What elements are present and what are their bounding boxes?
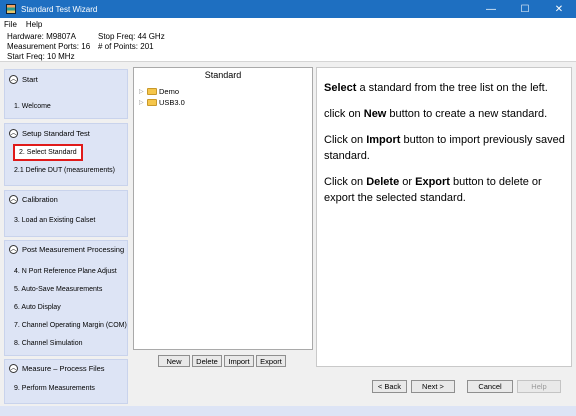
- app-icon: [6, 4, 16, 14]
- step-channel-operating-margin[interactable]: 7. Channel Operating Margin (COM): [14, 322, 127, 329]
- collapse-icon: ︿: [9, 75, 18, 84]
- tree-node-usb3[interactable]: ▷ USB3.0: [139, 98, 185, 107]
- tree-node-label: Demo: [159, 87, 180, 96]
- folder-icon: [147, 99, 157, 106]
- folder-icon: [147, 88, 157, 95]
- group-start-header[interactable]: ︿ Start: [9, 75, 38, 84]
- hardware-label: Hardware: M9807A: [7, 32, 76, 41]
- group-measure-header[interactable]: ︿ Measure – Process Files: [9, 364, 105, 373]
- hardware-info-panel: Hardware: M9807A Measurement Ports: 16 S…: [0, 30, 576, 62]
- export-button[interactable]: Export: [256, 355, 286, 367]
- menu-bar: File Help: [0, 18, 576, 30]
- help-paragraph-new: click on New button to create a new stan…: [324, 106, 565, 122]
- group-title: Setup Standard Test: [22, 129, 90, 138]
- help-paragraph-delete-export: Click on Delete or Export button to dele…: [324, 174, 565, 206]
- tree-node-label: USB3.0: [159, 98, 185, 107]
- help-bold: Select: [324, 82, 357, 94]
- help-text: Click on: [324, 176, 367, 188]
- title-bar: Standard Test Wizard — ☐ ✕: [0, 0, 576, 18]
- step-auto-display[interactable]: 6. Auto Display: [14, 304, 61, 311]
- help-text: a standard from the tree list on the lef…: [356, 82, 548, 94]
- expand-icon[interactable]: ▷: [139, 99, 147, 106]
- group-title: Measure – Process Files: [22, 364, 105, 373]
- group-calibration: ︿ Calibration 3. Load an Existing Calset: [4, 190, 128, 237]
- group-title: Post Measurement Processing: [22, 245, 125, 254]
- help-text: or: [399, 176, 416, 188]
- standard-tree-panel: Standard ▷ Demo ▷ USB3.0: [133, 67, 313, 350]
- group-title: Calibration: [22, 195, 58, 204]
- help-bold: Import: [366, 134, 401, 146]
- collapse-icon: ︿: [9, 129, 18, 138]
- step-welcome[interactable]: 1. Welcome: [14, 103, 51, 110]
- step-auto-save[interactable]: 5. Auto-Save Measurements: [14, 286, 102, 293]
- expand-icon[interactable]: ▷: [139, 88, 147, 95]
- help-text: button to create a new standard.: [386, 108, 548, 120]
- step-select-standard[interactable]: 2. Select Standard: [13, 144, 83, 161]
- collapse-icon: ︿: [9, 364, 18, 373]
- group-calibration-header[interactable]: ︿ Calibration: [9, 195, 58, 204]
- group-post-processing-header[interactable]: ︿ Post Measurement Processing: [9, 245, 124, 254]
- help-button[interactable]: Help: [517, 380, 561, 393]
- step-load-calset[interactable]: 3. Load an Existing Calset: [14, 217, 95, 224]
- minimize-button[interactable]: —: [474, 0, 508, 18]
- help-text: Click on: [324, 134, 367, 146]
- help-paragraph-import: Click on Import button to import previou…: [324, 132, 565, 164]
- points-label: # of Points: 201: [98, 42, 154, 51]
- menu-help[interactable]: Help: [26, 20, 42, 29]
- step-n-port-adjust[interactable]: 4. N Port Reference Plane Adjust: [14, 268, 117, 275]
- import-button[interactable]: Import: [224, 355, 254, 367]
- step-perform-measurements[interactable]: 9. Perform Measurements: [14, 385, 95, 392]
- start-freq-label: Start Freq: 10 MHz: [7, 52, 75, 61]
- help-bold: Export: [415, 176, 450, 188]
- group-measure-process-files: ︿ Measure – Process Files 9. Perform Mea…: [4, 359, 128, 404]
- status-bar: [0, 406, 576, 416]
- help-bold: New: [363, 108, 387, 120]
- measurement-ports-label: Measurement Ports: 16: [7, 42, 91, 51]
- group-start: ︿ Start 1. Welcome: [4, 69, 128, 119]
- step-define-dut[interactable]: 2.1 Define DUT (measurements): [14, 167, 115, 174]
- collapse-icon: ︿: [9, 245, 18, 254]
- back-button[interactable]: < Back: [372, 380, 407, 393]
- wizard-steps-sidebar: ︿ Start 1. Welcome ︿ Setup Standard Test…: [0, 64, 130, 406]
- group-title: Start: [22, 75, 38, 84]
- window-title: Standard Test Wizard: [21, 4, 98, 14]
- close-button[interactable]: ✕: [542, 0, 576, 18]
- cancel-button[interactable]: Cancel: [467, 380, 513, 393]
- help-bold: Delete: [366, 176, 400, 188]
- stop-freq-label: Stop Freq: 44 GHz: [98, 32, 165, 41]
- help-text: click on: [324, 108, 364, 120]
- group-setup-header[interactable]: ︿ Setup Standard Test: [9, 129, 90, 138]
- maximize-button[interactable]: ☐: [508, 0, 542, 18]
- help-text-panel: Select a standard from the tree list on …: [316, 67, 572, 367]
- tree-header: Standard: [204, 70, 242, 80]
- menu-file[interactable]: File: [4, 20, 17, 29]
- collapse-icon: ︿: [9, 195, 18, 204]
- tree-node-demo[interactable]: ▷ Demo: [139, 87, 179, 96]
- new-button[interactable]: New: [158, 355, 190, 367]
- next-button[interactable]: Next >: [411, 380, 455, 393]
- help-paragraph-select: Select a standard from the tree list on …: [324, 80, 565, 96]
- group-post-measurement-processing: ︿ Post Measurement Processing 4. N Port …: [4, 240, 128, 356]
- step-channel-simulation[interactable]: 8. Channel Simulation: [14, 340, 83, 347]
- delete-button[interactable]: Delete: [192, 355, 222, 367]
- group-setup-standard-test: ︿ Setup Standard Test 2. Select Standard…: [4, 123, 128, 186]
